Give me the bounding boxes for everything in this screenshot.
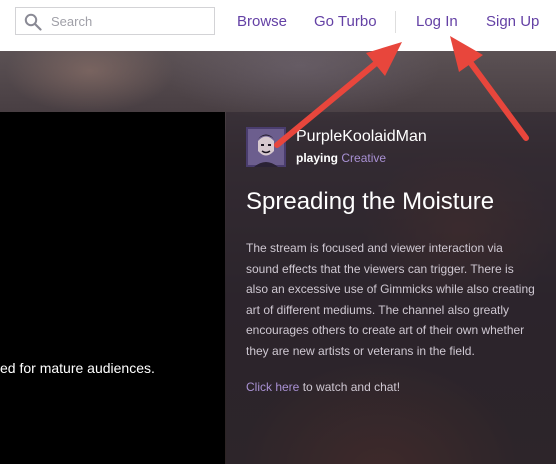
playing-label: playing: [296, 151, 339, 165]
search-icon: [24, 13, 42, 31]
channel-avatar[interactable]: [246, 127, 286, 167]
game-link[interactable]: Creative: [341, 151, 386, 165]
search-input[interactable]: [51, 11, 206, 31]
nav-browse-link[interactable]: Browse: [237, 13, 287, 30]
top-navigation-bar: Browse Go Turbo Log In Sign Up: [0, 0, 556, 51]
nav-signup-link[interactable]: Sign Up: [486, 13, 539, 30]
channel-description: The stream is focused and viewer interac…: [246, 241, 535, 358]
stream-title: Spreading the Moisture: [246, 188, 495, 215]
nav-divider: [395, 11, 396, 33]
video-player[interactable]: ed for mature audiences.: [0, 112, 225, 464]
watch-cta: Click here to watch and chat!: [246, 380, 400, 394]
avatar-portrait-icon: [246, 127, 286, 167]
nav-go-turbo-link[interactable]: Go Turbo: [314, 13, 377, 30]
search-box[interactable]: [15, 7, 215, 35]
channel-name[interactable]: PurpleKoolaidMan: [296, 128, 427, 146]
mature-content-notice: ed for mature audiences.: [0, 360, 155, 376]
playing-row: playing Creative: [296, 151, 386, 165]
click-here-link[interactable]: Click here: [246, 380, 299, 394]
cta-text: to watch and chat!: [299, 380, 401, 394]
nav-login-link[interactable]: Log In: [416, 13, 458, 30]
